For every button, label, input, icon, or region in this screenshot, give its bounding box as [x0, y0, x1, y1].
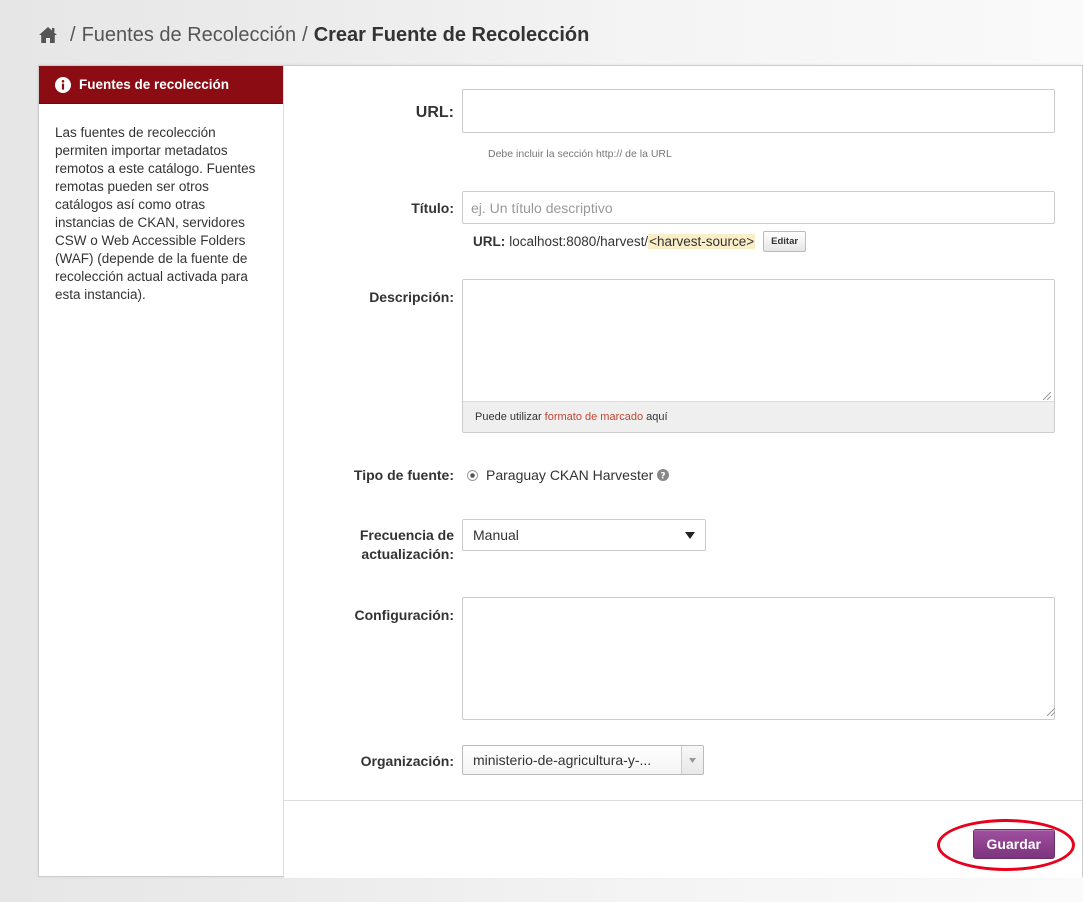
- breadcrumb: / Fuentes de Recolección / Crear Fuente …: [38, 20, 589, 50]
- harvest-source-form: URL: Debe incluir la sección http:// de …: [284, 66, 1082, 800]
- description-textarea[interactable]: [463, 280, 1054, 402]
- markdown-link[interactable]: formato de marcado: [545, 411, 643, 423]
- save-button[interactable]: Guardar: [972, 829, 1055, 859]
- organization-value: ministerio-de-agricultura-y-...: [473, 752, 652, 768]
- configuration-textarea[interactable]: [462, 597, 1055, 720]
- url-slug-preview: URL: localhost:8080/harvest/ <harvest-so…: [473, 230, 807, 252]
- radio-selected-icon[interactable]: [467, 469, 478, 481]
- source-type-label: Tipo de fuente:: [353, 467, 454, 483]
- organization-label: Organización:: [360, 753, 454, 769]
- sidebar-title: Fuentes de recolección: [79, 77, 230, 92]
- form-actions: Guardar: [284, 800, 1082, 878]
- description-field: Puede utilizar formato de marcado aquí: [462, 279, 1055, 433]
- edit-url-button[interactable]: Editar: [763, 230, 807, 252]
- frequency-select[interactable]: Manual: [462, 519, 706, 551]
- info-icon: [55, 76, 71, 93]
- sidebar: Fuentes de recolección Las fuentes de re…: [39, 66, 284, 876]
- title-label: Título:: [411, 200, 454, 216]
- question-circle-icon[interactable]: ?: [657, 469, 670, 481]
- resize-grip-icon[interactable]: [1047, 708, 1055, 716]
- frequency-label-line2: actualización:: [361, 546, 454, 562]
- resize-grip-icon[interactable]: [1043, 392, 1051, 400]
- main-card: Fuentes de recolección Las fuentes de re…: [38, 65, 1083, 878]
- url-input[interactable]: [462, 89, 1055, 133]
- markdown-hint: Puede utilizar formato de marcado aquí: [463, 401, 1054, 432]
- sidebar-description: Las fuentes de recolección permiten impo…: [55, 125, 256, 302]
- svg-text:?: ?: [661, 471, 666, 481]
- breadcrumb-current-page: Crear Fuente de Recolección: [313, 23, 590, 46]
- frequency-label: Frecuencia de actualización:: [360, 526, 454, 564]
- sidebar-header: Fuentes de recolección: [39, 66, 283, 104]
- caret-down-icon: [685, 532, 695, 539]
- frequency-label-line1: Frecuencia de: [359, 527, 454, 543]
- configuration-label: Configuración:: [354, 607, 454, 623]
- breadcrumb-separator: /: [302, 23, 308, 46]
- url-help-text: Debe incluir la sección http:// de la UR…: [488, 148, 672, 160]
- markdown-hint-suffix: aquí: [646, 411, 668, 423]
- url-preview-label: URL:: [473, 233, 506, 249]
- frequency-value: Manual: [473, 527, 519, 543]
- breadcrumb-separator: /: [70, 23, 76, 46]
- markdown-hint-prefix: Puede utilizar: [475, 411, 542, 423]
- home-icon[interactable]: [38, 26, 58, 44]
- organization-select[interactable]: ministerio-de-agricultura-y-...: [462, 745, 704, 775]
- breadcrumb-harvest-sources[interactable]: Fuentes de Recolección: [82, 24, 297, 47]
- url-label: URL:: [415, 104, 454, 121]
- source-type-option[interactable]: Paraguay CKAN Harvester ?: [467, 466, 670, 484]
- description-label: Descripción:: [369, 289, 454, 305]
- url-preview-prefix: localhost:8080/harvest/: [509, 233, 649, 249]
- source-type-option-label: Paraguay CKAN Harvester: [486, 467, 654, 483]
- organization-dropdown-toggle[interactable]: [681, 746, 703, 774]
- url-preview-slug: <harvest-source>: [648, 233, 756, 249]
- chevron-down-icon: [689, 757, 696, 763]
- title-input[interactable]: [462, 191, 1055, 224]
